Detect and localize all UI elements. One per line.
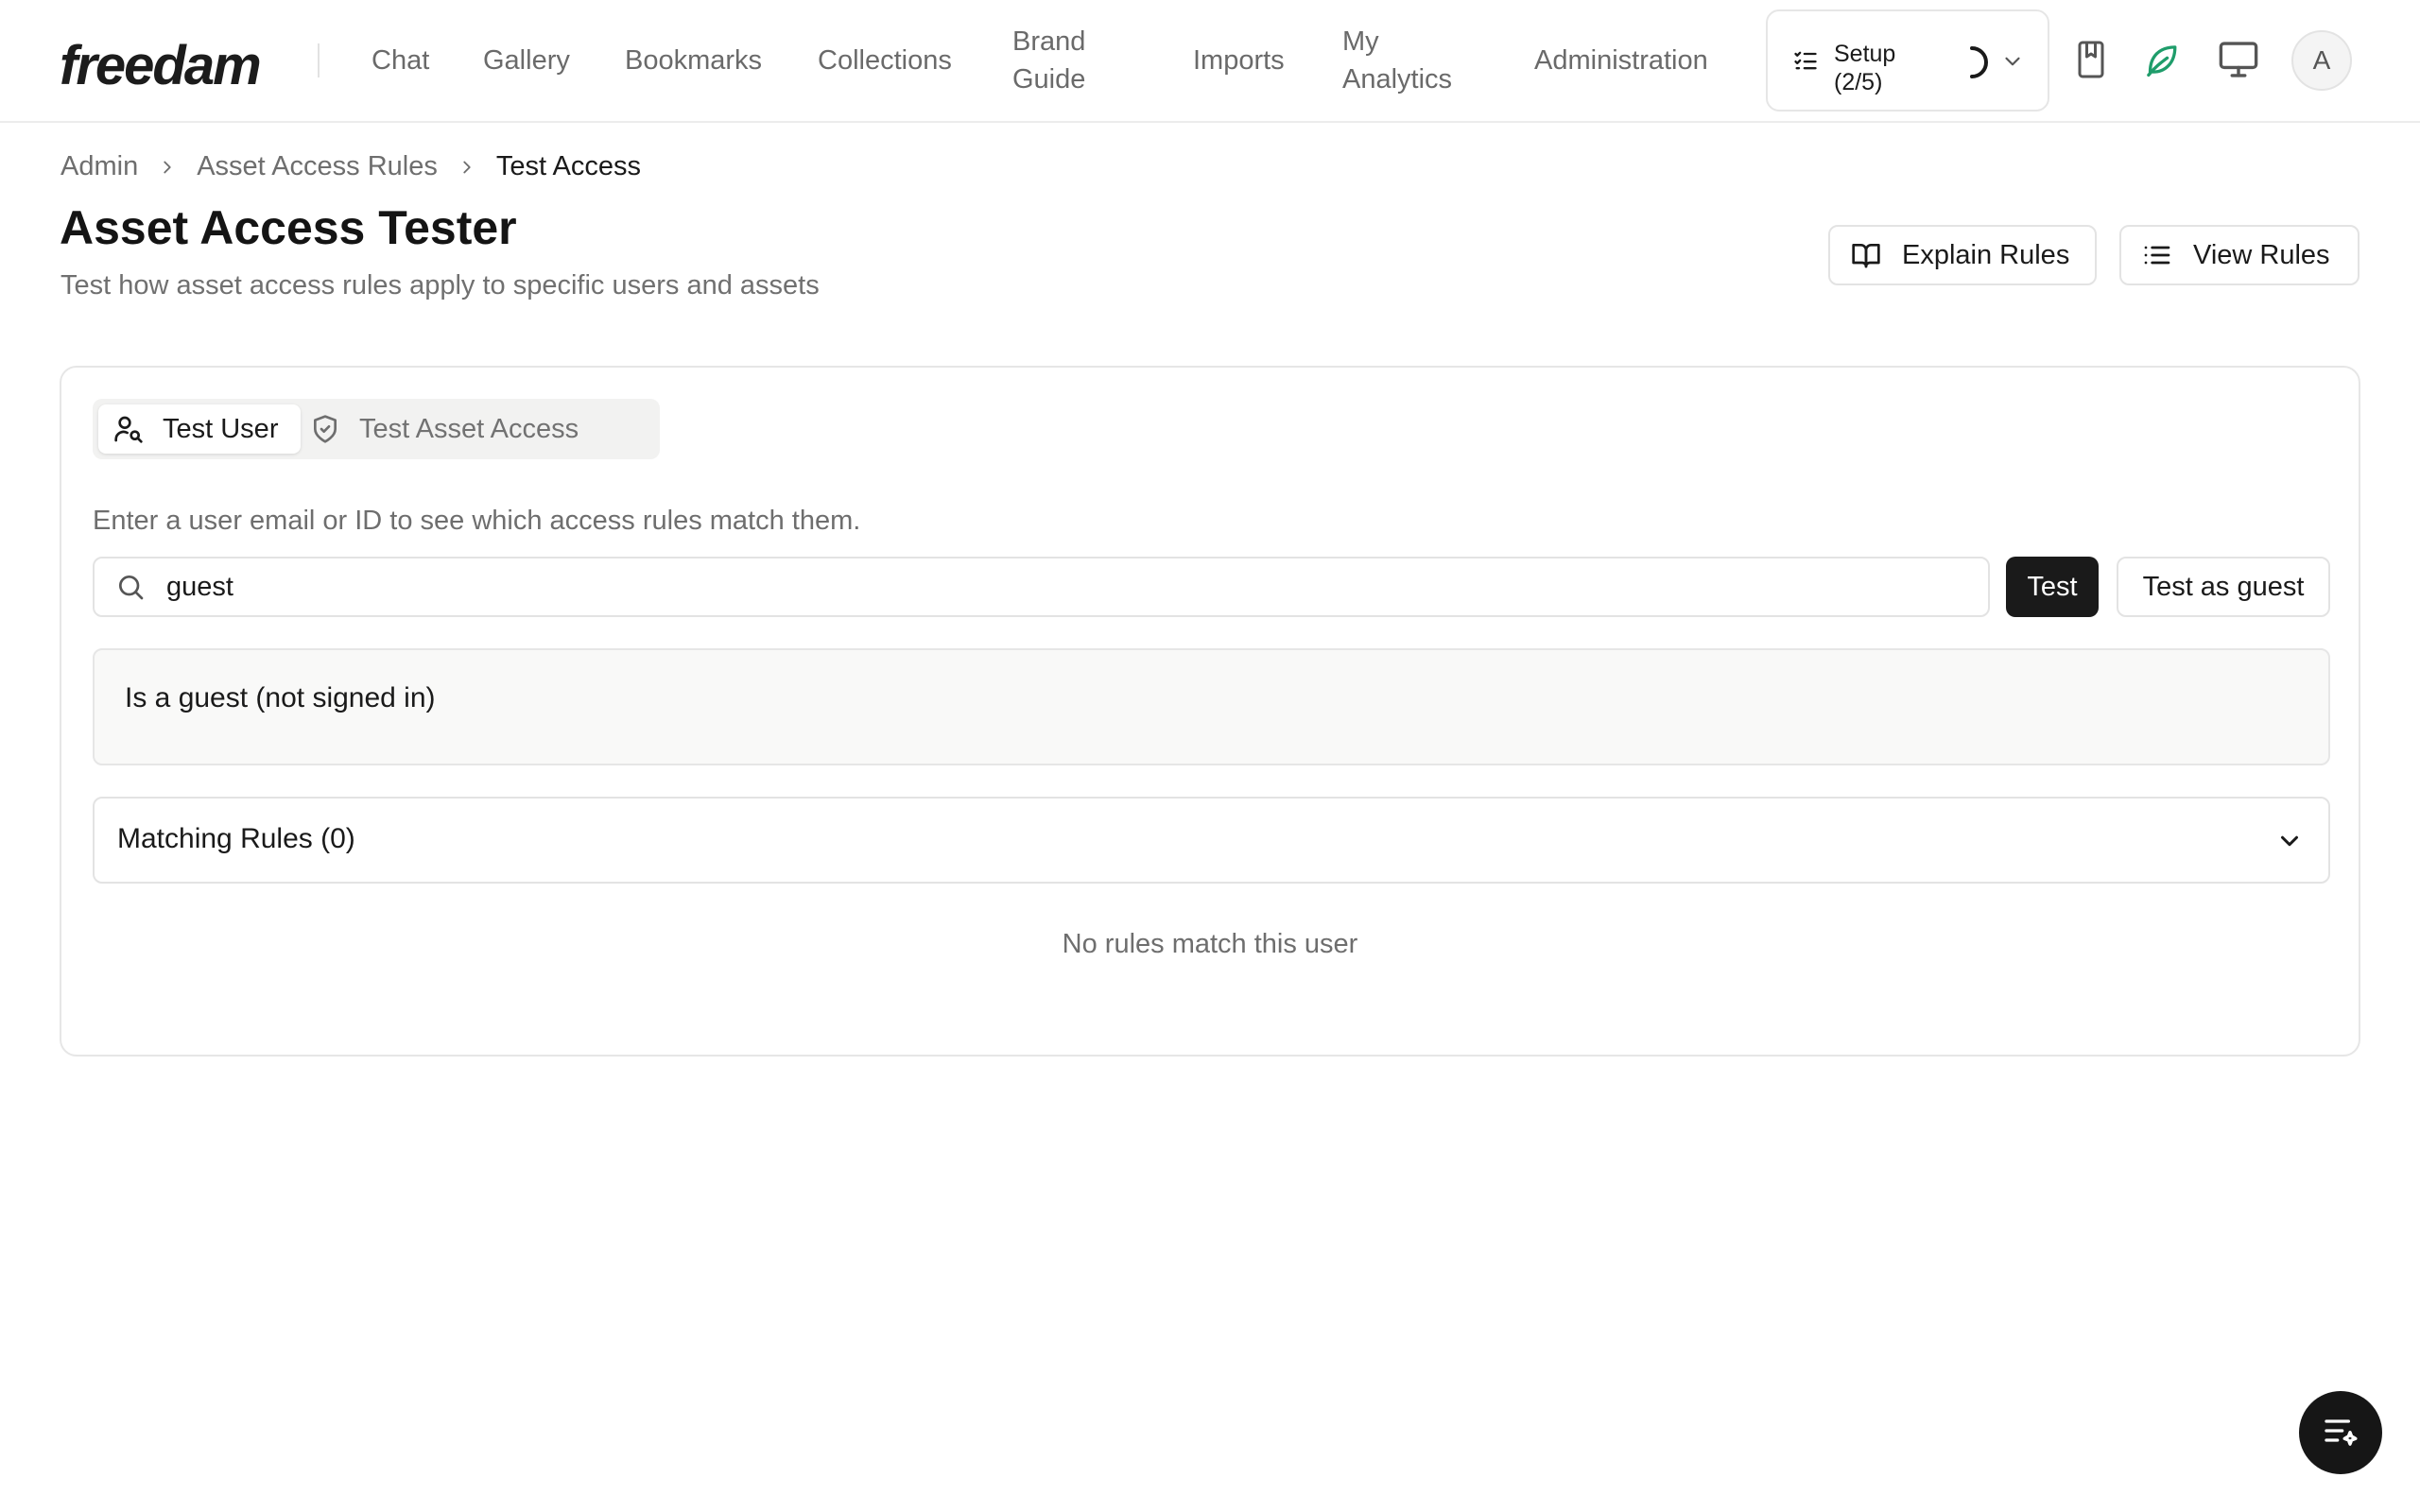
chevron-right-icon xyxy=(457,157,477,178)
matching-rules-title: Matching Rules (0) xyxy=(117,823,355,854)
shield-check-icon xyxy=(310,414,340,444)
chevron-right-icon xyxy=(157,157,178,178)
user-status-box: Is a guest (not signed in) xyxy=(93,648,2330,765)
breadcrumb: Admin Asset Access Rules Test Access xyxy=(60,151,641,182)
tab-test-user[interactable]: Test User xyxy=(98,404,301,454)
nav-item-gallery[interactable]: Gallery xyxy=(483,42,570,79)
view-rules-label: View Rules xyxy=(2193,239,2330,270)
matching-rules-accordion[interactable]: Matching Rules (0) xyxy=(93,797,2330,884)
breadcrumb-admin[interactable]: Admin xyxy=(60,151,138,182)
page-subtitle: Test how asset access rules apply to spe… xyxy=(60,270,820,301)
bookmark-icon[interactable] xyxy=(2074,38,2108,86)
nav-item-collections[interactable]: Collections xyxy=(818,42,952,79)
top-nav-bar: freedam Chat Gallery Bookmarks Collectio… xyxy=(0,0,2420,123)
access-tester-card: Test User Test Asset Access Enter a user… xyxy=(60,366,2360,1057)
test-as-guest-button[interactable]: Test as guest xyxy=(2117,557,2330,617)
user-status-text: Is a guest (not signed in) xyxy=(125,682,436,713)
assistant-fab-button[interactable] xyxy=(2299,1391,2382,1474)
user-avatar[interactable]: A xyxy=(2291,30,2352,91)
empty-state-message: No rules match this user xyxy=(1062,929,1358,959)
test-button[interactable]: Test xyxy=(2006,557,2099,617)
logo-divider xyxy=(318,43,320,77)
setup-label: Setup (2/5) xyxy=(1834,41,1896,95)
nav-item-brand-guide[interactable]: Brand Guide xyxy=(1012,23,1126,98)
view-rules-button[interactable]: View Rules xyxy=(2119,225,2360,285)
breadcrumb-asset-access-rules[interactable]: Asset Access Rules xyxy=(197,151,438,182)
chevron-down-icon xyxy=(2275,827,2304,860)
tab-test-asset-access[interactable]: Test Asset Access xyxy=(301,404,650,454)
book-open-icon xyxy=(1851,240,1881,270)
user-search-input[interactable] xyxy=(166,571,1962,603)
loading-spinner-icon xyxy=(1953,43,1991,86)
explain-rules-button[interactable]: Explain Rules xyxy=(1828,225,2097,285)
nav-item-bookmarks[interactable]: Bookmarks xyxy=(625,42,762,79)
tab-test-user-label: Test User xyxy=(163,413,279,444)
user-search-field[interactable] xyxy=(93,557,1990,617)
chevron-down-icon xyxy=(2000,49,2025,78)
explain-rules-label: Explain Rules xyxy=(1902,239,2070,270)
page-title: Asset Access Tester xyxy=(60,201,517,254)
setup-progress-button[interactable]: Setup (2/5) xyxy=(1766,9,2049,112)
checklist-icon xyxy=(1792,47,1819,78)
search-icon xyxy=(115,572,146,602)
tab-test-asset-access-label: Test Asset Access xyxy=(359,413,579,444)
breadcrumb-current: Test Access xyxy=(495,151,641,181)
user-search-icon xyxy=(113,414,144,444)
freedam-logo[interactable]: freedam xyxy=(60,34,262,97)
nav-item-my-analytics[interactable]: My Analytics xyxy=(1342,23,1475,98)
list-sparkle-icon xyxy=(2322,1412,2360,1454)
nav-item-administration[interactable]: Administration xyxy=(1534,42,1708,79)
tester-tabs: Test User Test Asset Access xyxy=(93,399,660,459)
instruction-text: Enter a user email or ID to see which ac… xyxy=(93,506,861,536)
nav-item-chat[interactable]: Chat xyxy=(372,42,429,79)
leaf-icon[interactable] xyxy=(2142,38,2180,86)
nav-item-imports[interactable]: Imports xyxy=(1193,42,1285,79)
list-icon xyxy=(2142,240,2172,270)
monitor-icon[interactable] xyxy=(2218,38,2259,86)
